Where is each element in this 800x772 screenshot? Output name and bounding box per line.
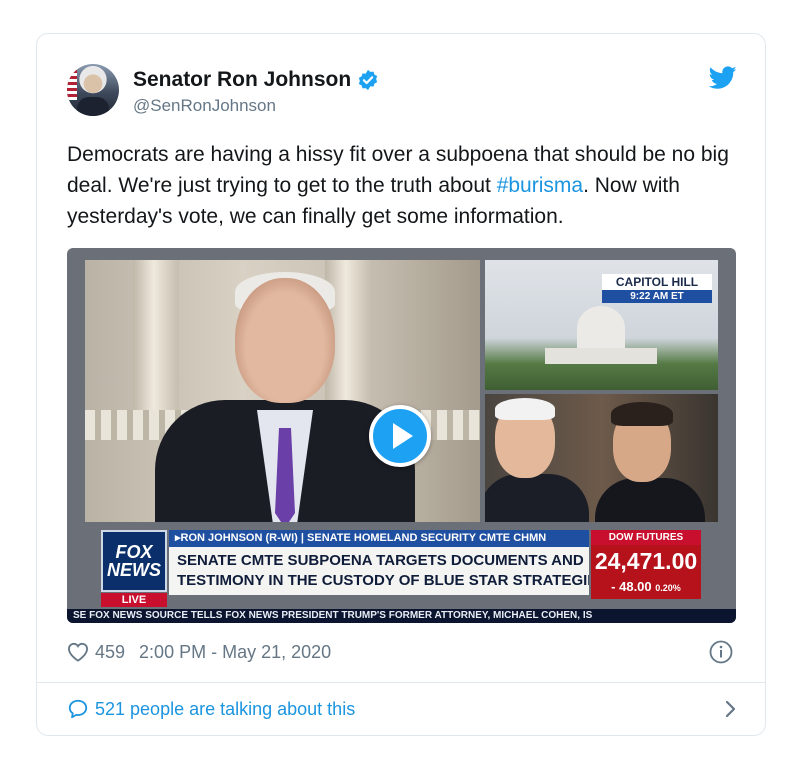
dow-change-percent: 0.20% — [655, 583, 681, 593]
tweet-meta: 459 2:00 PM - May 21, 2020 — [67, 639, 331, 665]
like-count[interactable]: 459 — [95, 642, 125, 663]
avatar[interactable] — [67, 64, 119, 116]
talking-text: 521 people are talking about this — [95, 698, 356, 719]
speaker-head — [235, 278, 335, 403]
photo-person-1-suit — [485, 474, 589, 522]
chyron-main: SENATE CMTE SUBPOENA TARGETS DOCUMENTS A… — [169, 547, 589, 595]
capitol-dome — [577, 306, 625, 350]
network-logo: FOX NEWS — [101, 530, 167, 592]
network-logo-line1: FOX — [115, 542, 153, 562]
verified-icon — [359, 69, 378, 91]
hashtag-link[interactable]: #burisma — [497, 174, 583, 197]
chyron-line-1: SENATE CMTE SUBPOENA TARGETS DOCUMENTS A… — [177, 552, 584, 569]
chyron-line-2: TESTIMONY IN THE CUSTODY OF BLUE STAR ST… — [177, 572, 589, 589]
avatar-flag — [67, 70, 77, 100]
twitter-bird-icon[interactable] — [709, 66, 737, 90]
live-badge: LIVE — [101, 593, 167, 607]
dow-title: DOW FUTURES — [591, 530, 701, 545]
dow-futures-box: DOW FUTURES 24,471.00 - 48.00 0.20% — [591, 530, 701, 602]
speech-bubble-icon — [68, 699, 88, 719]
heart-icon[interactable] — [67, 642, 89, 662]
column-left — [133, 260, 179, 420]
divider — [37, 682, 765, 683]
location-time: 9:22 AM ET — [602, 290, 712, 303]
news-lower-third: FOX NEWS LIVE ▸RON JOHNSON (R-WI) | SENA… — [67, 526, 736, 623]
name-row: Senator Ron Johnson — [133, 68, 379, 92]
news-ticker: SE FOX NEWS SOURCE TELLS FOX NEWS PRESID… — [67, 609, 736, 623]
network-logo-line2: NEWS — [107, 560, 161, 580]
location-place: CAPITOL HILL — [602, 274, 712, 290]
photo-person-2-hair — [611, 402, 673, 426]
dow-change: - 48.00 0.20% — [591, 577, 701, 599]
play-button[interactable] — [369, 405, 431, 467]
info-icon[interactable] — [709, 640, 733, 664]
avatar-suit — [77, 97, 109, 116]
location-label: CAPITOL HILL 9:22 AM ET — [602, 274, 712, 303]
video-main-frame — [85, 260, 480, 522]
display-name[interactable]: Senator Ron Johnson — [133, 68, 351, 92]
tweet-card: Senator Ron Johnson @SenRonJohnson Democ… — [36, 33, 766, 736]
timestamp[interactable]: 2:00 PM - May 21, 2020 — [139, 642, 331, 663]
photo-frame — [485, 394, 718, 522]
photo-person-2-suit — [595, 478, 705, 522]
chevron-right-icon — [725, 700, 736, 718]
tweet-text: Democrats are having a hissy fit over a … — [67, 139, 747, 232]
dow-value: 24,471.00 — [591, 545, 701, 577]
tweet-header: Senator Ron Johnson @SenRonJohnson — [67, 64, 737, 120]
capitol-frame: CAPITOL HILL 9:22 AM ET — [485, 260, 718, 390]
video-player[interactable]: CAPITOL HILL 9:22 AM ET FOX NEWS LIVE ▸R… — [67, 248, 736, 623]
capitol-base — [545, 348, 657, 364]
handle[interactable]: @SenRonJohnson — [133, 96, 276, 116]
photo-person-1-hair — [495, 398, 555, 420]
play-icon — [393, 423, 413, 449]
chyron-top: ▸RON JOHNSON (R-WI) | SENATE HOMELAND SE… — [169, 530, 589, 547]
conversation-link[interactable]: 521 people are talking about this — [67, 696, 737, 722]
dow-change-value: - 48.00 — [611, 579, 652, 594]
